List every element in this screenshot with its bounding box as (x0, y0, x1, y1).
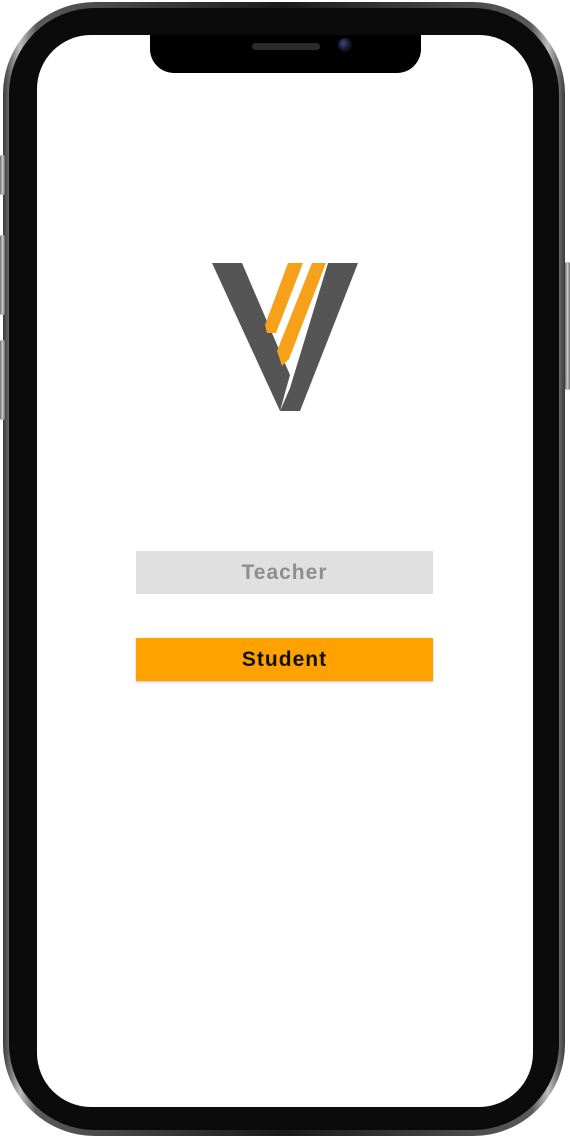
v-logo-icon (212, 263, 358, 411)
volume-up-button (0, 235, 5, 315)
logo-left-stroke (212, 263, 290, 411)
speaker-grille (252, 43, 320, 50)
notch (150, 35, 421, 73)
front-camera-icon (338, 38, 352, 52)
volume-down-button (0, 340, 5, 420)
teacher-button[interactable]: Teacher (136, 551, 433, 594)
phone-device: Teacher Student (0, 0, 570, 1140)
app-screen: Teacher Student (37, 35, 533, 1107)
silent-switch (0, 155, 5, 195)
power-button (565, 262, 570, 390)
student-button[interactable]: Student (136, 638, 433, 681)
